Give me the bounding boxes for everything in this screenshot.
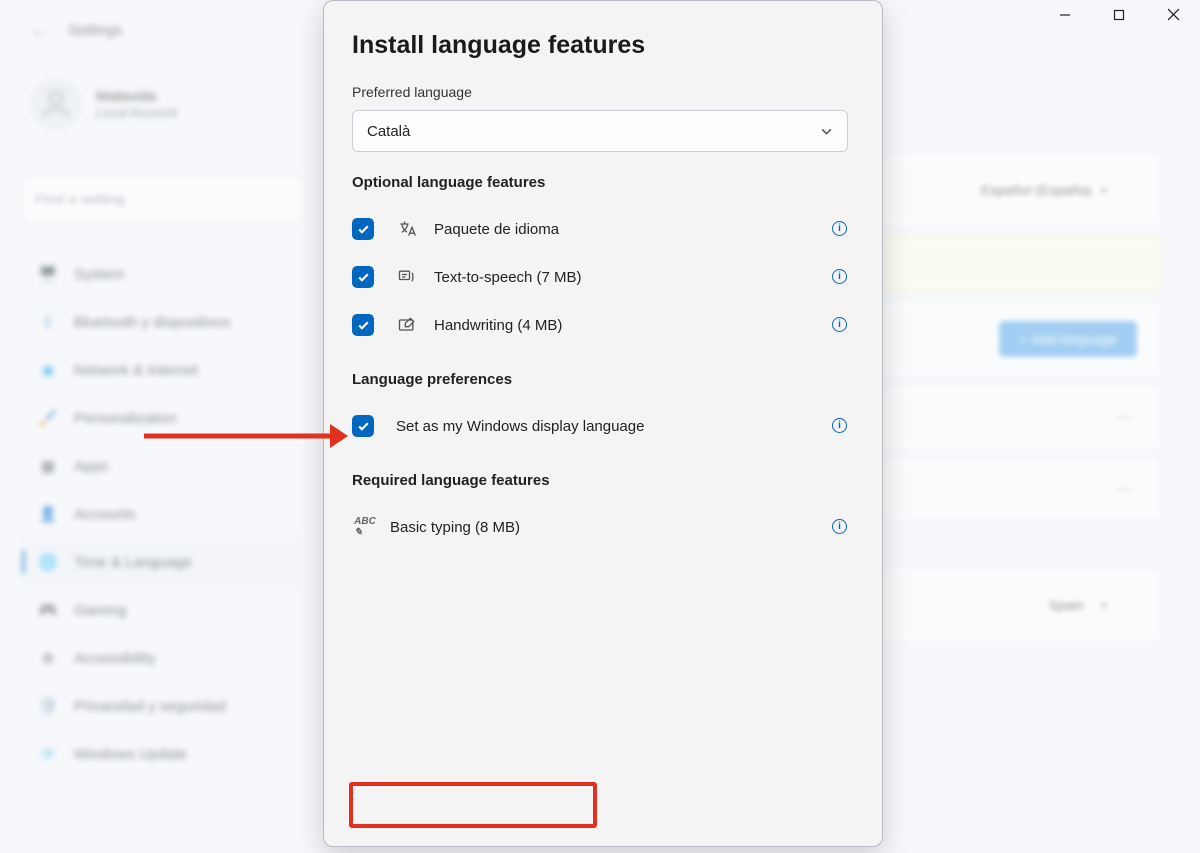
preferred-language-label: Preferred language [352,84,854,100]
language-pack-icon [396,218,418,240]
maximize-button[interactable] [1113,8,1125,26]
annotation-highlight [349,782,597,828]
preferred-language-dropdown[interactable]: Català [352,110,848,152]
info-icon[interactable]: i [832,418,848,434]
option-set-display-language[interactable]: Set as my Windows display language i [352,402,854,450]
required-features-heading: Required language features [352,472,854,489]
window-controls [1059,8,1180,26]
close-button[interactable] [1167,8,1180,26]
info-icon[interactable]: i [832,269,848,285]
handwriting-icon [396,314,418,336]
option-language-pack[interactable]: Paquete de idioma i [352,205,854,253]
language-preferences-heading: Language preferences [352,371,854,388]
minimize-button[interactable] [1059,8,1071,26]
checkbox-checked-icon[interactable] [352,314,374,336]
checkbox-checked-icon[interactable] [352,415,374,437]
option-text-to-speech[interactable]: Text-to-speech (7 MB) i [352,253,854,301]
basic-typing-icon: ABC✎ [354,516,376,538]
checkbox-checked-icon[interactable] [352,218,374,240]
option-handwriting[interactable]: Handwriting (4 MB) i [352,301,854,349]
dialog-title: Install language features [352,31,854,60]
install-language-dialog: Install language features Preferred lang… [323,0,883,847]
text-to-speech-icon [396,266,418,288]
info-icon[interactable]: i [832,317,848,333]
optional-features-heading: Optional language features [352,174,854,191]
info-icon[interactable]: i [832,221,848,237]
option-basic-typing: ABC✎ Basic typing (8 MB) i [352,503,854,551]
chevron-down-icon [820,125,833,138]
checkbox-checked-icon[interactable] [352,266,374,288]
info-icon[interactable]: i [832,519,848,535]
